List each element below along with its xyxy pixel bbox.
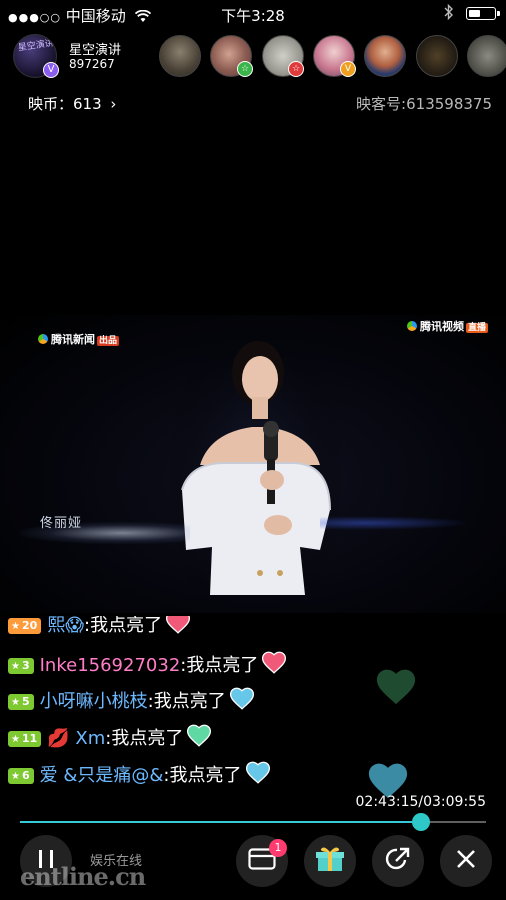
inke-id: 映客号:613598375: [356, 95, 492, 113]
performer-caption: 佟丽娅: [40, 516, 83, 531]
status-time: 下午3:28: [221, 7, 285, 25]
chat-text: :我点亮了: [180, 655, 259, 676]
share-button[interactable]: [372, 835, 424, 887]
progress-fill: [20, 821, 421, 823]
chat-text: :我点亮了: [147, 691, 226, 712]
live-video[interactable]: [0, 315, 506, 613]
chat-message: ★ 3 Inke156927032:我点亮了: [8, 650, 287, 676]
chat-username[interactable]: 💋 Xm: [47, 728, 105, 749]
heart-icon: [261, 650, 287, 682]
viewer-avatar[interactable]: [364, 35, 406, 77]
heart-icon: [229, 686, 255, 718]
chat-message: ★ 6 爱 &只是痛@&:我点亮了: [8, 760, 271, 786]
chat-message: ★ 20 熙😱:我点亮了: [8, 616, 191, 636]
bluetooth-icon: [444, 3, 454, 24]
battery-icon: [466, 7, 500, 20]
viewer-badge: ☆: [288, 61, 304, 77]
chat-text: :我点亮了: [105, 728, 184, 749]
host-avatar-logo: 星空演讲: [17, 38, 55, 54]
chat-username[interactable]: 小呀嘛小桃枝: [40, 691, 148, 712]
coins-button[interactable]: 映币：613 ›: [28, 93, 116, 114]
status-bar: ●●●○○ 中国移动 下午3:28: [0, 0, 506, 28]
host-id: 897267: [69, 57, 115, 71]
heart-icon: [165, 616, 191, 642]
chevron-right-icon: ›: [110, 95, 117, 113]
chat-username[interactable]: 爱 &只是痛@&: [40, 765, 164, 786]
star-icon: ★: [11, 697, 20, 708]
playback-time: 02:43:15/03:09:55: [355, 794, 486, 810]
floating-heart-icon: [374, 666, 418, 710]
tencent-news-logo-icon: [38, 334, 48, 344]
tencent-news-watermark: 腾讯新闻 出品: [38, 331, 120, 347]
chat-username[interactable]: 熙😱: [47, 616, 84, 636]
close-button[interactable]: [440, 835, 492, 887]
user-level-badge: ★ 11: [8, 731, 42, 747]
chat-text: :我点亮了: [163, 765, 242, 786]
star-icon: ★: [11, 621, 20, 632]
star-icon: ★: [11, 661, 20, 672]
viewer-avatar[interactable]: [159, 35, 201, 77]
battery-level: [469, 10, 480, 17]
star-icon: ★: [11, 734, 20, 745]
viewer-avatar[interactable]: [416, 35, 458, 77]
star-icon: ★: [11, 771, 20, 782]
user-level-badge: ★ 6: [8, 768, 34, 784]
message-badge: 1: [269, 839, 287, 857]
heart-icon: [186, 723, 212, 755]
viewer-badge: V: [340, 61, 356, 77]
tencent-video-logo-icon: [407, 321, 417, 331]
message-button[interactable]: 1: [236, 835, 288, 887]
verified-badge: V: [43, 62, 59, 78]
chat-message: ★ 11 💋 Xm:我点亮了: [8, 723, 212, 749]
chat-username[interactable]: Inke156927032: [40, 655, 181, 676]
user-level-badge: ★ 5: [8, 694, 34, 710]
chat-message: ★ 5 小呀嘛小桃枝:我点亮了: [8, 686, 255, 712]
chat-list: ★ 20 熙😱:我点亮了 ★ 3 Inke156927032:我点亮了 ★ 5 小呀嘛小桃枝:我…: [0, 616, 506, 792]
host-name[interactable]: 星空演讲: [69, 39, 121, 58]
viewer-avatar[interactable]: [467, 35, 506, 77]
user-level-badge: ★ 3: [8, 658, 34, 674]
user-level-badge: ★ 20: [8, 618, 42, 634]
site-watermark: entline.cn: [20, 862, 146, 891]
heart-icon: [245, 760, 271, 792]
close-icon: [456, 849, 476, 873]
coins-label: 映币：613: [28, 95, 102, 113]
gift-icon: [315, 845, 345, 877]
viewer-badge: ☆: [237, 61, 253, 77]
chat-text: :我点亮了: [84, 616, 163, 636]
progress-knob[interactable]: [411, 813, 430, 831]
share-icon: [384, 845, 412, 877]
performer: [170, 315, 340, 613]
tencent-video-watermark: 腾讯视频 直播: [407, 318, 489, 334]
gift-button[interactable]: [304, 835, 356, 887]
